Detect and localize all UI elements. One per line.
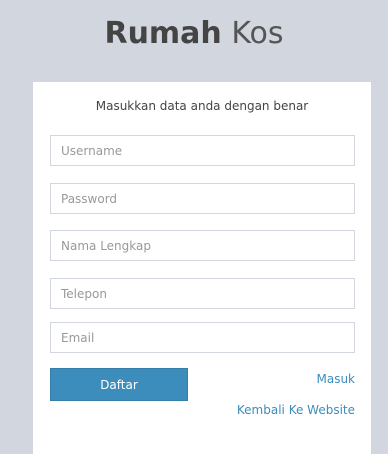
username-input[interactable] [50,135,355,166]
logo-light: Kos [231,16,284,51]
email-input[interactable] [50,322,355,353]
logo-bold: Rumah [104,16,222,51]
register-page: Rumah Kos Masukkan data anda dengan bena… [0,0,388,454]
register-box: Masukkan data anda dengan benar Daftar M… [33,82,371,454]
register-message: Masukkan data anda dengan benar [95,99,309,113]
login-link[interactable]: Masuk [316,372,355,386]
app-logo: Rumah Kos [0,14,388,54]
phone-input[interactable] [50,278,355,309]
fullname-input[interactable] [50,230,355,261]
back-to-website-link[interactable]: Kembali Ke Website [237,403,355,417]
register-button[interactable]: Daftar [50,368,188,401]
password-input[interactable] [50,183,355,214]
